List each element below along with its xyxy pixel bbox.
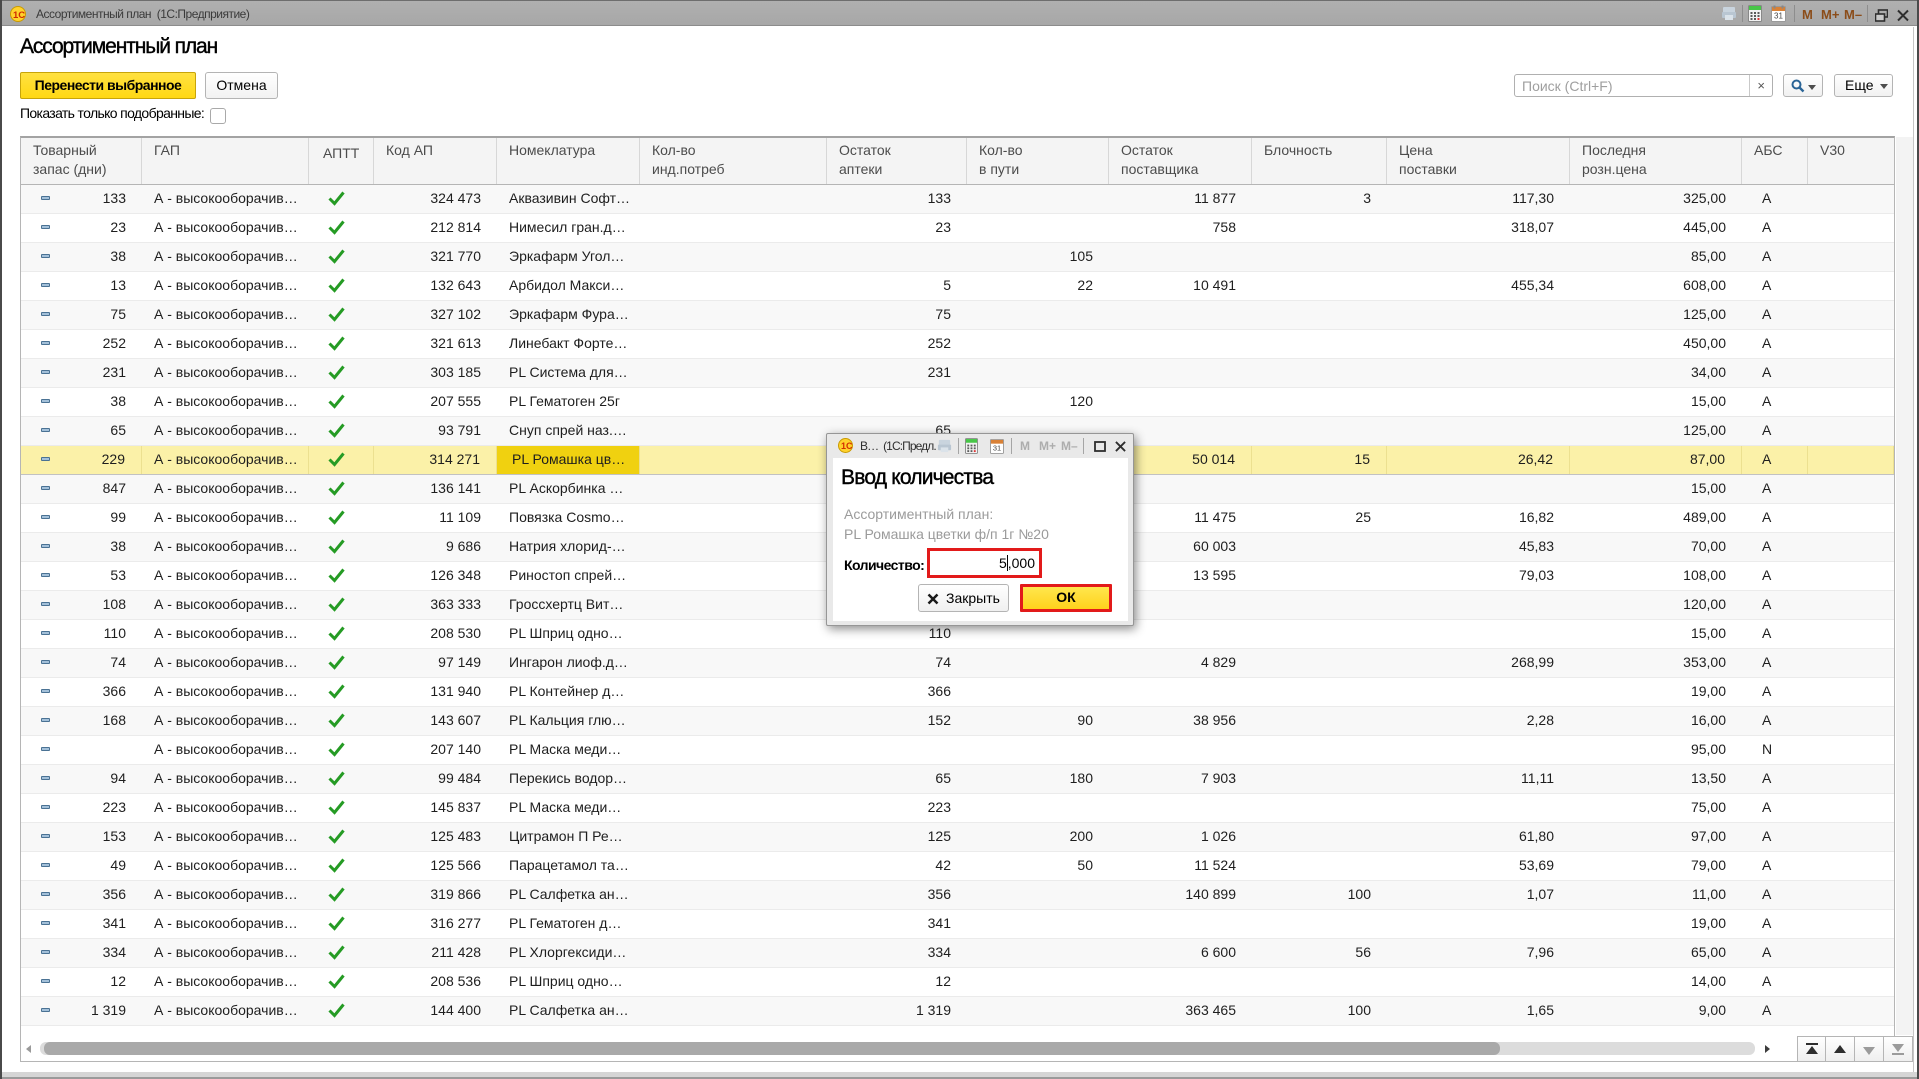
svg-text:31: 31: [993, 444, 1001, 453]
svg-text:31: 31: [1774, 12, 1783, 21]
